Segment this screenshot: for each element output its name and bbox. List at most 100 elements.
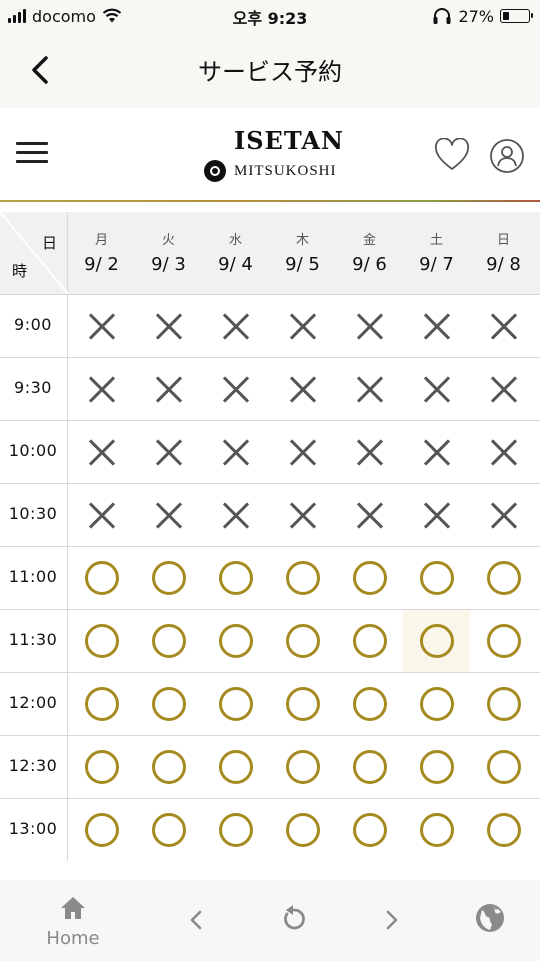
slot-available[interactable]	[403, 673, 470, 735]
slot-available[interactable]	[135, 610, 202, 672]
time-slot-row: 10:30	[0, 483, 540, 546]
menu-button[interactable]	[16, 142, 48, 168]
browser-back-button[interactable]	[178, 902, 214, 938]
available-circle-icon	[352, 813, 387, 847]
brand-header: ISETAN MITSUKOSHI	[0, 108, 540, 202]
time-label: 13:00	[8, 819, 58, 838]
slot-unavailable	[403, 421, 470, 483]
slot-available[interactable]	[470, 673, 537, 735]
day-column-header[interactable]: 水 9/ 4	[202, 212, 269, 294]
slot-available[interactable]	[269, 610, 336, 672]
calendar-corner: 日 時	[0, 212, 68, 294]
bottom-toolbar: Home	[0, 880, 540, 961]
browser-forward-button[interactable]	[374, 902, 410, 938]
slot-available[interactable]	[269, 673, 336, 735]
favorites-button[interactable]	[434, 137, 470, 172]
forward-arrow-icon	[386, 910, 398, 930]
reservation-calendar: 日 時 月 9/ 2 火 9/ 3 水 9/ 4 木 9/ 5 金 9/ 6 土 9/ 7 日 9/ 8 …	[0, 212, 540, 861]
account-button[interactable]	[489, 138, 525, 174]
slot-unavailable	[470, 295, 537, 357]
slot-unavailable	[68, 421, 135, 483]
unavailable-x-icon	[289, 375, 317, 403]
globe-button[interactable]	[472, 900, 508, 936]
available-circle-icon	[285, 561, 320, 595]
time-slot-row: 9:30	[0, 357, 540, 420]
slot-available[interactable]	[68, 799, 135, 861]
slot-available[interactable]	[336, 799, 403, 861]
slot-available[interactable]	[336, 736, 403, 798]
available-circle-icon	[84, 561, 119, 595]
day-column-header[interactable]: 金 9/ 6	[336, 212, 403, 294]
slot-unavailable	[336, 358, 403, 420]
unavailable-x-icon	[155, 312, 183, 340]
slot-unavailable	[68, 358, 135, 420]
unavailable-x-icon	[289, 501, 317, 529]
time-label: 10:30	[8, 504, 58, 523]
slot-available[interactable]	[135, 547, 202, 609]
slot-available[interactable]	[336, 610, 403, 672]
available-circle-icon	[486, 813, 521, 847]
slot-available[interactable]	[403, 799, 470, 861]
slot-available[interactable]	[202, 673, 269, 735]
corner-day-label: 日	[41, 234, 57, 252]
day-column-header[interactable]: 火 9/ 3	[135, 212, 202, 294]
back-arrow-icon	[190, 910, 202, 930]
slot-available[interactable]	[202, 736, 269, 798]
time-cell: 13:00	[0, 799, 68, 861]
slot-available[interactable]	[403, 610, 470, 672]
slot-available[interactable]	[202, 610, 269, 672]
available-circle-icon	[419, 561, 454, 595]
available-circle-icon	[151, 750, 186, 784]
logo-mitsukoshi-text: MITSUKOSHI	[234, 162, 337, 179]
day-column-header[interactable]: 木 9/ 5	[269, 212, 336, 294]
day-weekday: 木	[295, 233, 309, 248]
slot-available[interactable]	[269, 547, 336, 609]
available-circle-icon	[218, 561, 253, 595]
slot-available[interactable]	[202, 799, 269, 861]
slot-available[interactable]	[470, 736, 537, 798]
slot-available[interactable]	[68, 547, 135, 609]
slot-available[interactable]	[470, 547, 537, 609]
time-cell: 10:30	[0, 484, 68, 546]
slot-available[interactable]	[336, 547, 403, 609]
unavailable-x-icon	[88, 438, 116, 466]
slot-available[interactable]	[202, 547, 269, 609]
unavailable-x-icon	[289, 438, 317, 466]
available-circle-icon	[218, 813, 253, 847]
unavailable-x-icon	[423, 312, 451, 340]
reload-button[interactable]	[276, 901, 312, 937]
available-circle-icon	[352, 561, 387, 595]
time-label: 9:00	[14, 315, 52, 334]
slot-available[interactable]	[336, 673, 403, 735]
slot-available[interactable]	[68, 673, 135, 735]
unavailable-x-icon	[423, 438, 451, 466]
unavailable-x-icon	[356, 501, 384, 529]
day-column-header[interactable]: 月 9/ 2	[68, 212, 135, 294]
slot-available[interactable]	[135, 673, 202, 735]
time-cell: 12:30	[0, 736, 68, 798]
home-button[interactable]: Home	[40, 894, 106, 950]
slot-available[interactable]	[135, 799, 202, 861]
logo-isetan: ISETAN	[234, 126, 344, 155]
slot-available[interactable]	[68, 736, 135, 798]
slot-available[interactable]	[135, 736, 202, 798]
day-column-header[interactable]: 日 9/ 8	[470, 212, 537, 294]
slot-available[interactable]	[403, 547, 470, 609]
unavailable-x-icon	[289, 312, 317, 340]
slot-available[interactable]	[269, 799, 336, 861]
unavailable-x-icon	[88, 312, 116, 340]
battery-icon	[500, 9, 533, 23]
available-circle-icon	[352, 687, 387, 721]
slot-available[interactable]	[470, 610, 537, 672]
unavailable-x-icon	[490, 501, 518, 529]
time-cell: 12:00	[0, 673, 68, 735]
slot-available[interactable]	[470, 799, 537, 861]
unavailable-x-icon	[356, 375, 384, 403]
time-slot-row: 13:00	[0, 798, 540, 861]
slot-available[interactable]	[269, 736, 336, 798]
available-circle-icon	[486, 561, 521, 595]
day-column-header[interactable]: 土 9/ 7	[403, 212, 470, 294]
slot-available[interactable]	[403, 736, 470, 798]
unavailable-x-icon	[155, 438, 183, 466]
slot-available[interactable]	[68, 610, 135, 672]
